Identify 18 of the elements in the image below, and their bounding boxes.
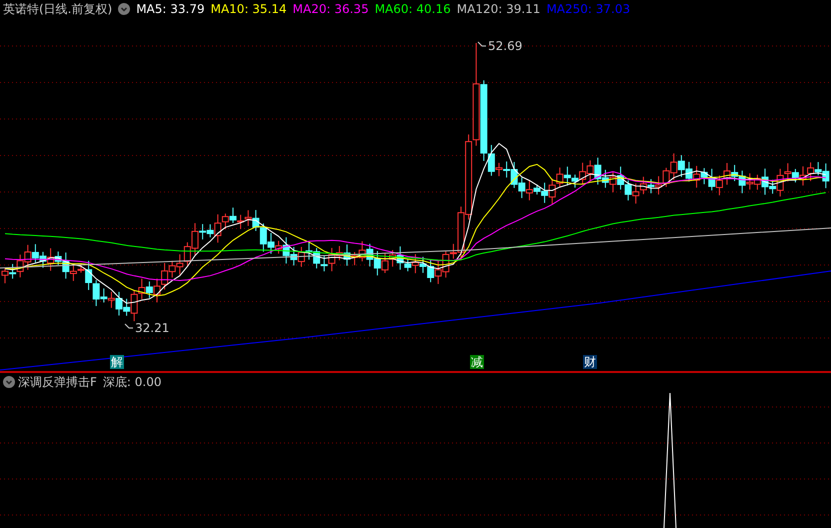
- moving-average-value: MA250: 37.03: [546, 1, 630, 18]
- moving-average-value: MA60: 40.16: [374, 1, 451, 18]
- moving-average-value: MA20: 36.35: [292, 1, 369, 18]
- event-tag[interactable]: 解: [110, 355, 124, 369]
- moving-average-value: MA120: 39.11: [456, 1, 540, 18]
- price-label: 32.21: [135, 321, 170, 335]
- dropdown-icon[interactable]: [118, 3, 130, 15]
- dropdown-icon[interactable]: [3, 376, 15, 388]
- price-label: 52.69: [488, 39, 522, 53]
- chart-title: 英诺特(日线.前复权): [3, 1, 112, 18]
- leader-line: [124, 324, 134, 328]
- moving-average-value: MA5: 33.79: [136, 1, 205, 18]
- event-tag[interactable]: 财: [583, 355, 597, 369]
- event-tag[interactable]: 减: [470, 355, 484, 369]
- moving-average-value: MA10: 35.14: [210, 1, 287, 18]
- leader-line: [478, 42, 486, 46]
- indicator-value: 深底: 0.00: [102, 374, 162, 391]
- indicator-title: 深调反弹搏击F: [18, 374, 97, 391]
